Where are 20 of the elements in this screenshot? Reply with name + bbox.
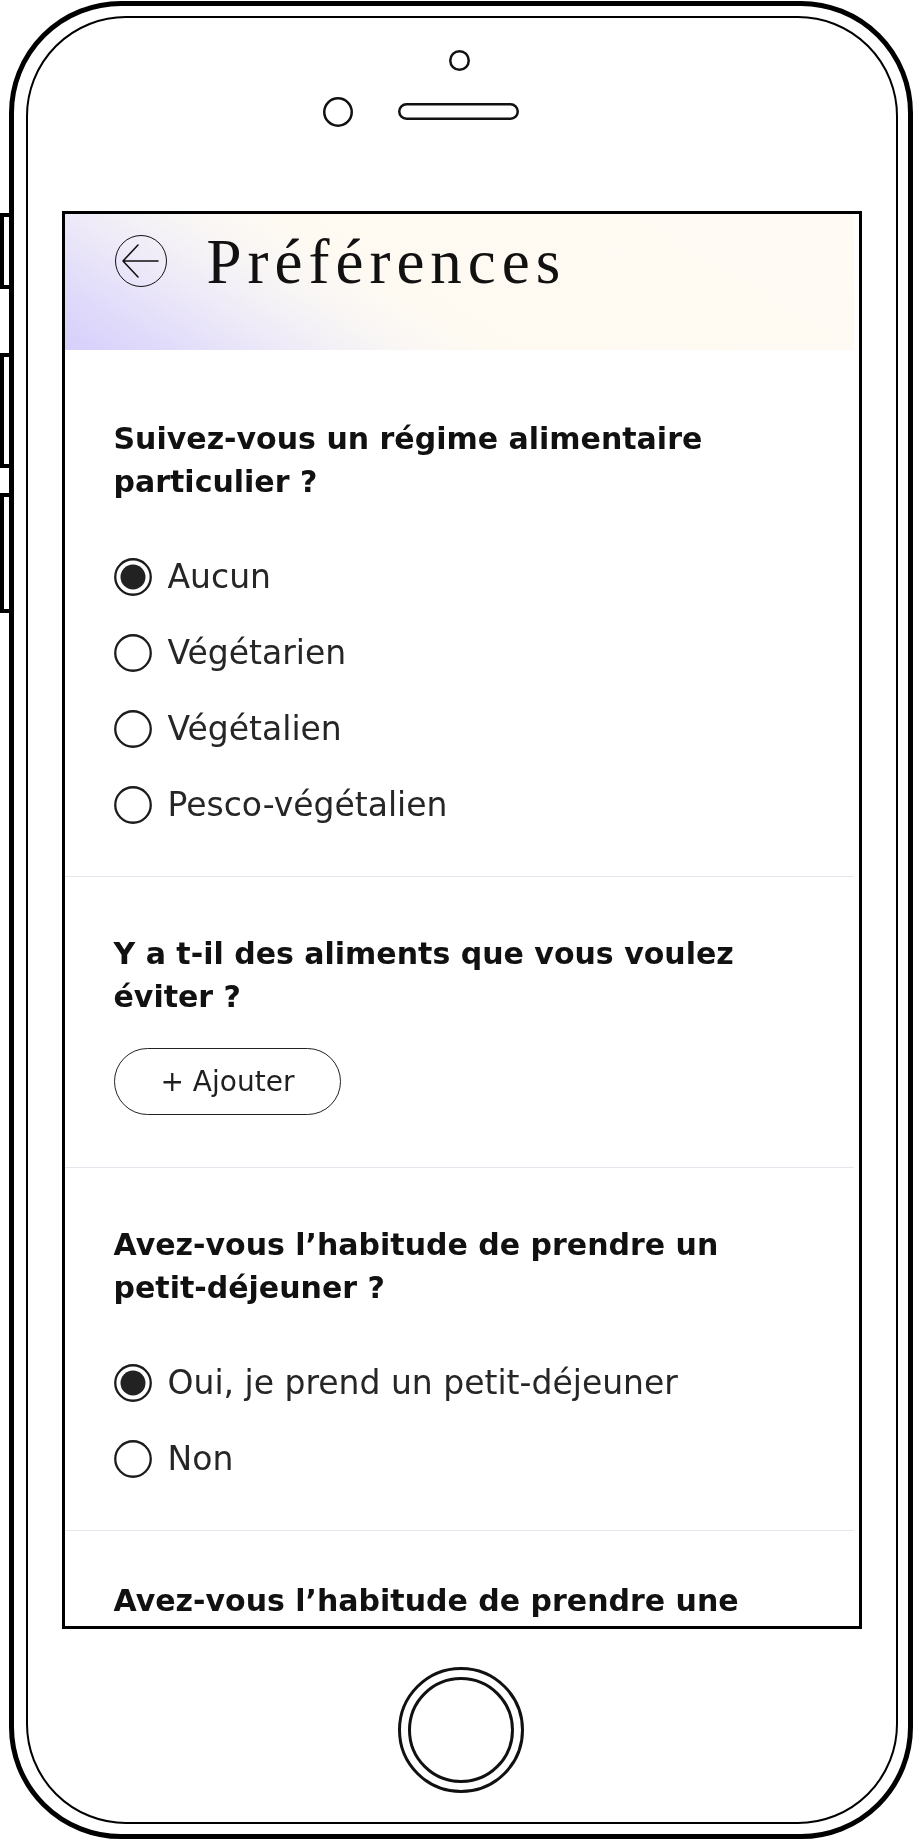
radio-option[interactable]: Pesco-végétalien xyxy=(113,785,448,824)
radio-option[interactable]: Végétalien xyxy=(113,709,342,748)
home-button[interactable] xyxy=(397,1666,524,1793)
radio-option[interactable]: Non xyxy=(113,1439,234,1478)
side-button[interactable] xyxy=(0,493,9,613)
question-text: Avez-vous l’habitude de prendre une xyxy=(113,1581,740,1620)
speaker-icon xyxy=(397,103,519,120)
page-title: Préférences xyxy=(206,230,567,293)
sensor-icon xyxy=(322,96,353,127)
radio-option[interactable]: Oui, je prend un petit-déjeuner xyxy=(113,1363,678,1402)
question-text: Suivez-vous un régime alimentaire particulier ? xyxy=(113,419,704,501)
side-button[interactable] xyxy=(0,213,9,289)
question-text: Avez-vous l’habitude de prendre un petit-déjeuner ? xyxy=(113,1225,720,1307)
radio-option[interactable]: Végétarien xyxy=(113,633,347,672)
back-arrow-icon xyxy=(122,243,159,278)
radio-option[interactable]: Aucun xyxy=(113,557,271,596)
camera-icon xyxy=(449,49,470,71)
side-button[interactable] xyxy=(0,353,9,468)
add-button[interactable]: + Ajouter xyxy=(113,1047,342,1115)
question-text: Y a t-il des aliments que vous voulez éviter ? xyxy=(113,934,735,1016)
